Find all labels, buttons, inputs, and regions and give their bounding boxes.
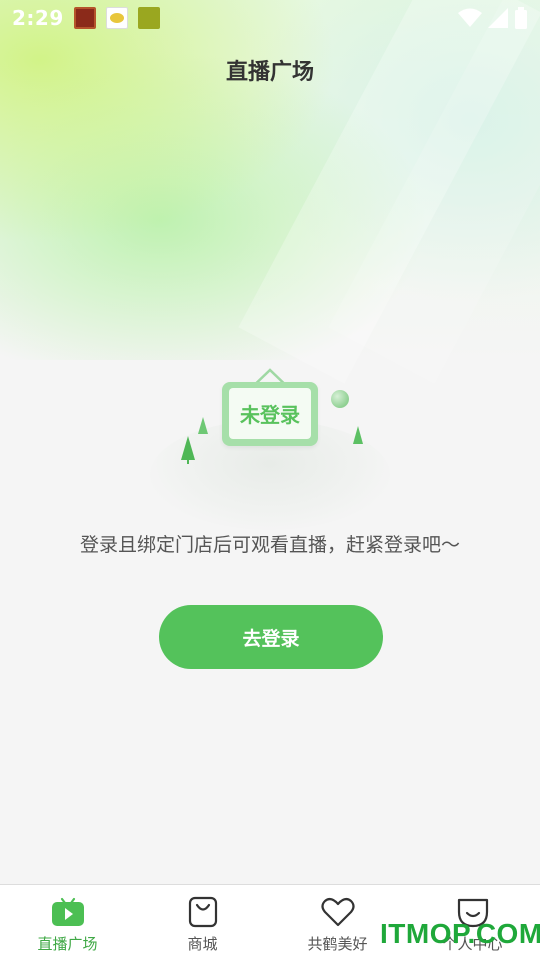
signal-icon <box>488 8 508 28</box>
decor-ball <box>331 390 349 408</box>
nav-label: 商城 <box>187 935 218 953</box>
live-tv-icon <box>51 895 85 929</box>
wifi-icon <box>458 8 482 27</box>
status-time: 2:29 <box>12 6 64 30</box>
watermark-text: ITMOP.COM <box>380 918 540 949</box>
page-title: 直播广场 <box>225 60 314 85</box>
heart-icon <box>320 895 355 929</box>
nav-item-live[interactable]: 直播广场 <box>0 885 135 960</box>
login-button[interactable]: 去登录 <box>159 605 383 669</box>
login-tip-text: 登录且绑定门店后可观看直播，赶紧登录吧～ <box>79 534 460 556</box>
notification-app-icon <box>137 7 160 29</box>
sign-text: 未登录 <box>229 388 311 439</box>
shopping-bag-icon <box>186 895 220 929</box>
battery-icon <box>515 7 527 29</box>
notification-app-icon <box>105 7 128 29</box>
notification-app-icon <box>73 7 96 29</box>
notification-icons <box>73 7 160 29</box>
login-sign: 未登录 <box>222 382 318 446</box>
system-icons <box>458 7 528 29</box>
status-bar: 2:29 <box>0 0 540 36</box>
nav-item-mall[interactable]: 商城 <box>135 885 270 960</box>
nav-label: 直播广场 <box>37 935 98 953</box>
not-logged-in-illustration: 未登录 <box>140 360 400 530</box>
nav-label: 共鹤美好 <box>307 935 368 953</box>
